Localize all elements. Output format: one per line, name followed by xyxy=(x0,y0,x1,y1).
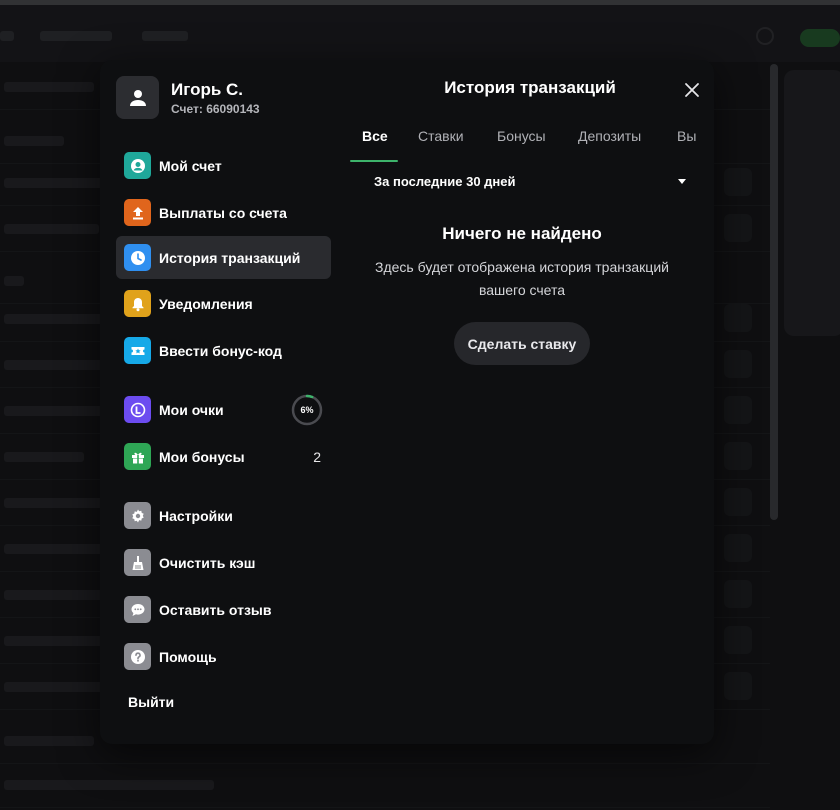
menu-item-bonus-code[interactable]: Ввести бонус-код xyxy=(116,329,331,372)
tab-all[interactable]: Все xyxy=(350,128,398,162)
menu-item-bonuses[interactable]: Мои бонусы 2 xyxy=(116,435,331,478)
ticket-icon xyxy=(124,337,151,364)
help-icon xyxy=(124,643,151,670)
profile-header: Игорь С. Счет: 66090143 xyxy=(116,76,260,119)
gift-icon xyxy=(124,443,151,470)
tab-bets[interactable]: Ставки xyxy=(418,128,464,162)
menu-item-feedback[interactable]: Оставить отзыв xyxy=(116,588,331,631)
menu-label: Очистить кэш xyxy=(159,554,256,571)
page-title: История транзакций xyxy=(444,78,616,97)
period-select[interactable]: За последние 30 дней xyxy=(374,173,686,193)
bell-icon xyxy=(124,290,151,317)
menu-label: Уведомления xyxy=(159,295,253,312)
transactions-panel: История транзакций Все Ставки Бонусы Деп… xyxy=(340,60,714,744)
menu-label: Ввести бонус-код xyxy=(159,342,282,359)
tab-bonuses[interactable]: Бонусы xyxy=(497,128,546,162)
menu-item-withdrawals[interactable]: Выплаты со счета xyxy=(116,191,331,234)
menu-label: История транзакций xyxy=(159,249,301,266)
points-icon xyxy=(124,396,151,423)
user-icon xyxy=(116,76,159,119)
tabs-bar: Все Ставки Бонусы Депозиты Вы xyxy=(340,128,714,162)
user-name: Игорь С. xyxy=(171,79,244,99)
clock-icon xyxy=(124,244,151,271)
gear-icon xyxy=(124,502,151,529)
menu-label: Мои бонусы xyxy=(159,448,245,465)
caret-down-icon xyxy=(678,179,686,184)
menu-label: Мои очки xyxy=(159,401,224,418)
menu-item-clear-cache[interactable]: Очистить кэш xyxy=(116,541,331,584)
points-progress-text: 6% xyxy=(300,404,314,415)
account-icon xyxy=(124,152,151,179)
empty-state-title: Ничего не найдено xyxy=(442,224,602,243)
bonuses-count: 2 xyxy=(313,448,321,465)
tab-withdrawals[interactable]: Вы xyxy=(677,128,696,162)
menu-item-transaction-history[interactable]: История транзакций xyxy=(116,236,331,279)
points-progress-ring: 6% xyxy=(291,394,323,426)
menu-label: Помощь xyxy=(159,648,217,665)
empty-state-description: Здесь будет отображена история транзакци… xyxy=(375,259,669,298)
broom-icon xyxy=(124,549,151,576)
close-icon[interactable] xyxy=(682,80,702,100)
menu-label: Мой счет xyxy=(159,157,222,174)
chat-icon xyxy=(124,596,151,623)
menu-label: Выплаты со счета xyxy=(159,204,287,221)
menu-item-notifications[interactable]: Уведомления xyxy=(116,282,331,325)
account-sidebar: Игорь С. Счет: 66090143 Мой счет Выплаты… xyxy=(100,60,340,744)
menu-item-points[interactable]: Мои очки 6% xyxy=(116,388,331,431)
account-number: Счет: 66090143 xyxy=(171,101,260,116)
period-select-value: За последние 30 дней xyxy=(374,174,516,189)
menu-item-my-account[interactable]: Мой счет xyxy=(116,144,331,187)
account-modal: Игорь С. Счет: 66090143 Мой счет Выплаты… xyxy=(100,60,714,744)
menu-label: Настройки xyxy=(159,507,233,524)
tab-deposits[interactable]: Депозиты xyxy=(578,128,641,162)
place-bet-button[interactable]: Сделать ставку xyxy=(454,322,590,365)
logout-link[interactable]: Выйти xyxy=(128,694,174,710)
menu-item-settings[interactable]: Настройки xyxy=(116,494,331,537)
menu-label: Оставить отзыв xyxy=(159,601,272,618)
menu-item-help[interactable]: Помощь xyxy=(116,635,331,678)
upload-icon xyxy=(124,199,151,226)
